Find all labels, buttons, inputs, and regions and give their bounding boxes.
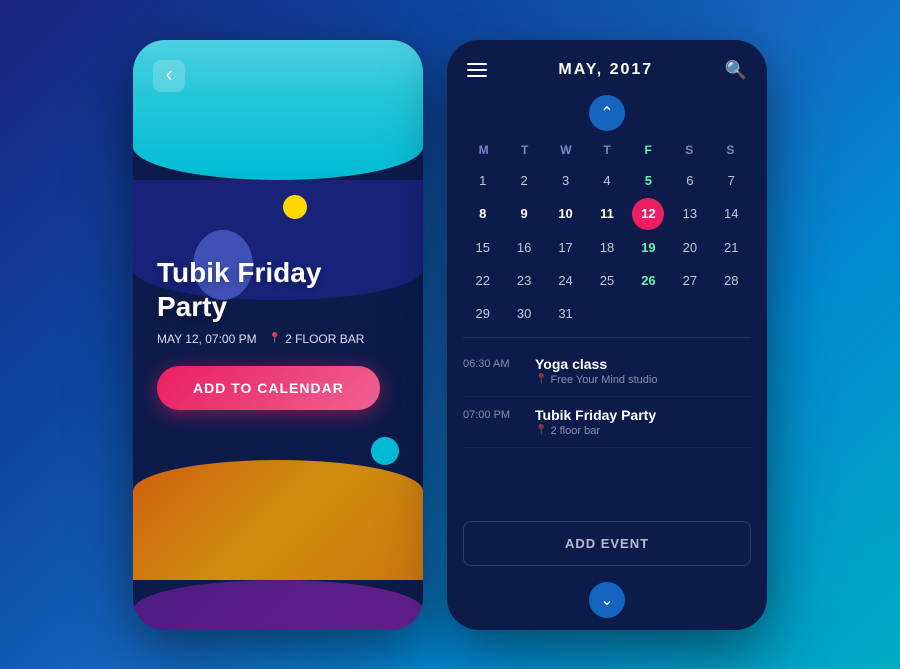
- calendar-day[interactable]: 20: [670, 232, 709, 263]
- event-meta: MAY 12, 07:00 PM 📍 2 FLOOR BAR: [157, 332, 399, 346]
- calendar-day[interactable]: 6: [670, 165, 709, 196]
- calendar-day[interactable]: 22: [463, 265, 502, 296]
- weekday-fri: F: [628, 139, 669, 161]
- event-location: 📍 2 FLOOR BAR: [269, 332, 365, 346]
- calendar-header: MAY, 2017 🔍: [447, 40, 767, 91]
- calendar-day-today[interactable]: 12: [632, 198, 664, 230]
- calendar-day[interactable]: 17: [546, 232, 585, 263]
- calendar-day[interactable]: 16: [504, 232, 543, 263]
- weekday-sun: S: [710, 139, 751, 161]
- chevron-up-container: ⌃: [447, 91, 767, 139]
- back-button[interactable]: ‹: [153, 60, 185, 92]
- right-phone: MAY, 2017 🔍 ⌃ M T W T F S S 123456789101…: [447, 40, 767, 630]
- menu-line-3: [467, 75, 487, 77]
- calendar-day[interactable]: 9: [504, 198, 543, 230]
- event-name: Yoga class: [535, 356, 751, 372]
- menu-line-1: [467, 63, 487, 65]
- event-content: Tubik Friday Party MAY 12, 07:00 PM 📍 2 …: [157, 256, 399, 409]
- calendar-day[interactable]: 23: [504, 265, 543, 296]
- calendar-days: 1234567891011121314151617181920212223242…: [463, 165, 751, 329]
- deco-yellow-circle: [283, 195, 307, 219]
- calendar-day[interactable]: 4: [587, 165, 626, 196]
- calendar-day[interactable]: 21: [712, 232, 751, 263]
- deco-teal-circle: [371, 437, 399, 465]
- weekday-tue: T: [504, 139, 545, 161]
- weekday-thu: T: [586, 139, 627, 161]
- calendar-day[interactable]: 26: [629, 265, 668, 296]
- calendar-day[interactable]: 11: [587, 198, 626, 230]
- venue-pin-icon: 📍: [535, 425, 547, 436]
- events-list: 06:30 AM Yoga class 📍 Free Your Mind stu…: [447, 346, 767, 513]
- left-phone-inner: ‹ Tubik Friday Party MAY 12, 07:00 PM 📍 …: [133, 40, 423, 630]
- calendar-day[interactable]: 7: [712, 165, 751, 196]
- calendar-day[interactable]: 30: [504, 298, 543, 329]
- event-time: 06:30 AM: [463, 356, 523, 386]
- event-location-text: 2 FLOOR BAR: [285, 332, 364, 346]
- left-phone: ‹ Tubik Friday Party MAY 12, 07:00 PM 📍 …: [133, 40, 423, 630]
- calendar-day[interactable]: 27: [670, 265, 709, 296]
- chevron-down-container: ⌄: [447, 574, 767, 630]
- calendar-day[interactable]: 18: [587, 232, 626, 263]
- wave-purple: [133, 580, 423, 630]
- weekday-headers: M T W T F S S: [463, 139, 751, 161]
- venue-text: 2 floor bar: [550, 425, 600, 437]
- event-venue: 📍 2 floor bar: [535, 425, 751, 437]
- event-name: Tubik Friday Party: [535, 407, 751, 423]
- calendar-day[interactable]: 19: [629, 232, 668, 263]
- event-venue: 📍 Free Your Mind studio: [535, 374, 751, 386]
- venue-pin-icon: 📍: [535, 374, 547, 385]
- menu-line-2: [467, 69, 487, 71]
- event-title: Tubik Friday Party: [157, 256, 399, 323]
- weekday-mon: M: [463, 139, 504, 161]
- menu-icon[interactable]: [467, 63, 487, 77]
- calendar-day[interactable]: 3: [546, 165, 585, 196]
- calendar-divider: [463, 337, 751, 338]
- calendar-day[interactable]: 15: [463, 232, 502, 263]
- event-item: 07:00 PM Tubik Friday Party 📍 2 floor ba…: [463, 397, 751, 448]
- wave-orange: [133, 460, 423, 580]
- chevron-up-button[interactable]: ⌃: [589, 95, 625, 131]
- calendar-day[interactable]: 31: [546, 298, 585, 329]
- calendar-day[interactable]: 8: [463, 198, 502, 230]
- calendar-day[interactable]: 2: [504, 165, 543, 196]
- add-event-button[interactable]: ADD EVENT: [463, 521, 751, 566]
- add-to-calendar-button[interactable]: ADD TO CALENDAR: [157, 366, 380, 410]
- event-item: 06:30 AM Yoga class 📍 Free Your Mind stu…: [463, 346, 751, 397]
- event-info: Tubik Friday Party 📍 2 floor bar: [535, 407, 751, 437]
- calendar-day[interactable]: 29: [463, 298, 502, 329]
- event-info: Yoga class 📍 Free Your Mind studio: [535, 356, 751, 386]
- weekday-sat: S: [669, 139, 710, 161]
- calendar-day[interactable]: 10: [546, 198, 585, 230]
- calendar-day[interactable]: 5: [629, 165, 668, 196]
- calendar-day[interactable]: 13: [670, 198, 709, 230]
- calendar-day[interactable]: 1: [463, 165, 502, 196]
- event-time: 07:00 PM: [463, 407, 523, 437]
- weekday-wed: W: [545, 139, 586, 161]
- calendar-day[interactable]: 28: [712, 265, 751, 296]
- calendar-day[interactable]: 14: [712, 198, 751, 230]
- event-date: MAY 12, 07:00 PM: [157, 332, 257, 346]
- pin-icon: 📍: [269, 333, 281, 344]
- calendar-grid: M T W T F S S 12345678910111213141516171…: [447, 139, 767, 329]
- calendar-day[interactable]: 25: [587, 265, 626, 296]
- search-icon[interactable]: 🔍: [725, 60, 747, 81]
- venue-text: Free Your Mind studio: [550, 374, 657, 386]
- chevron-down-button[interactable]: ⌄: [589, 582, 625, 618]
- month-title: MAY, 2017: [558, 61, 653, 79]
- calendar-day[interactable]: 24: [546, 265, 585, 296]
